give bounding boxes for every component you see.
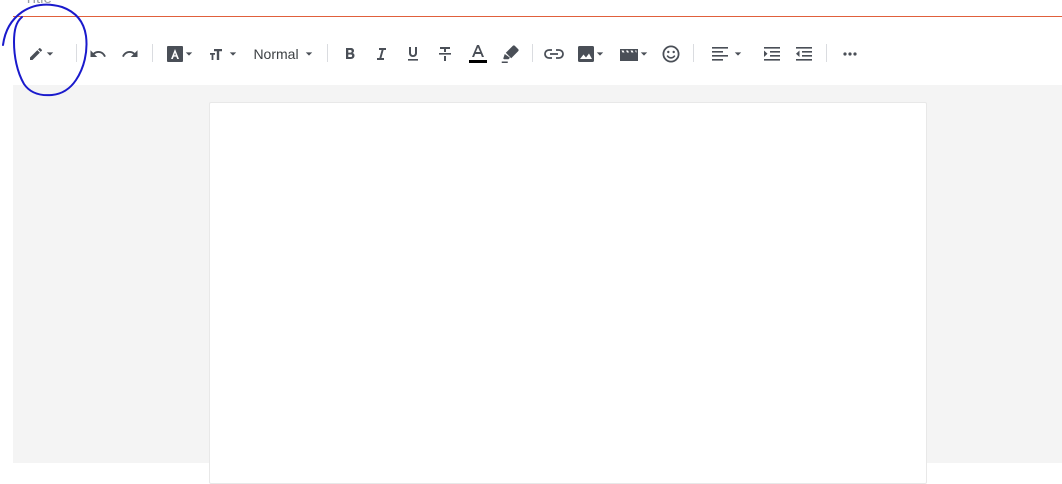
video-menu-button[interactable] bbox=[618, 42, 650, 66]
bold-icon bbox=[343, 47, 357, 61]
editor-workspace bbox=[13, 85, 1062, 484]
redo-button[interactable] bbox=[119, 42, 141, 66]
font-size-menu-button[interactable] bbox=[207, 42, 239, 66]
editor-toolbar: Normal bbox=[13, 17, 1062, 85]
link-button[interactable] bbox=[543, 42, 565, 66]
highlight-button[interactable] bbox=[499, 42, 521, 66]
mode-menu-button[interactable] bbox=[25, 42, 57, 66]
emoji-icon bbox=[662, 45, 680, 63]
outdent-button[interactable] bbox=[793, 42, 815, 66]
emoji-button[interactable] bbox=[660, 42, 682, 66]
chevron-down-icon bbox=[640, 50, 648, 58]
document-page[interactable] bbox=[209, 102, 927, 484]
image-icon bbox=[578, 46, 594, 62]
text-frame-menu-button[interactable] bbox=[165, 42, 195, 66]
redo-icon bbox=[121, 45, 139, 63]
more-icon bbox=[843, 52, 857, 56]
toolbar-divider bbox=[826, 44, 827, 62]
more-options-button[interactable] bbox=[839, 42, 861, 66]
chevron-down-icon bbox=[596, 50, 604, 58]
strikethrough-icon bbox=[438, 46, 452, 62]
outdent-icon bbox=[796, 46, 812, 62]
text-color-icon bbox=[469, 44, 487, 64]
underline-icon bbox=[406, 46, 420, 62]
toolbar-divider bbox=[327, 44, 328, 62]
toolbar-divider bbox=[152, 44, 153, 62]
video-icon bbox=[620, 46, 638, 62]
pencil-icon bbox=[28, 46, 44, 62]
toolbar-divider bbox=[76, 44, 77, 62]
text-frame-icon bbox=[167, 46, 183, 62]
undo-icon bbox=[89, 45, 107, 63]
italic-icon bbox=[374, 47, 388, 61]
text-style-select[interactable]: Normal bbox=[250, 42, 316, 66]
align-menu-button[interactable] bbox=[710, 42, 744, 66]
undo-button[interactable] bbox=[87, 42, 109, 66]
image-menu-button[interactable] bbox=[576, 42, 606, 66]
indent-button[interactable] bbox=[761, 42, 783, 66]
chevron-down-icon bbox=[305, 50, 313, 58]
underline-button[interactable] bbox=[403, 42, 423, 66]
chevron-down-icon bbox=[229, 50, 237, 58]
italic-button[interactable] bbox=[371, 42, 391, 66]
link-icon bbox=[544, 47, 564, 61]
highlighter-icon bbox=[501, 45, 519, 63]
toolbar-divider bbox=[693, 44, 694, 62]
toolbar-divider bbox=[532, 44, 533, 62]
text-style-label: Normal bbox=[253, 46, 299, 62]
bold-button[interactable] bbox=[340, 42, 360, 66]
chevron-down-icon bbox=[46, 50, 54, 58]
title-input[interactable] bbox=[24, 0, 1054, 7]
indent-icon bbox=[764, 46, 780, 62]
font-size-icon bbox=[209, 46, 227, 62]
strikethrough-button[interactable] bbox=[435, 42, 455, 66]
chevron-down-icon bbox=[734, 50, 742, 58]
chevron-down-icon bbox=[185, 50, 193, 58]
align-left-icon bbox=[712, 46, 728, 62]
text-color-button[interactable] bbox=[467, 42, 489, 66]
